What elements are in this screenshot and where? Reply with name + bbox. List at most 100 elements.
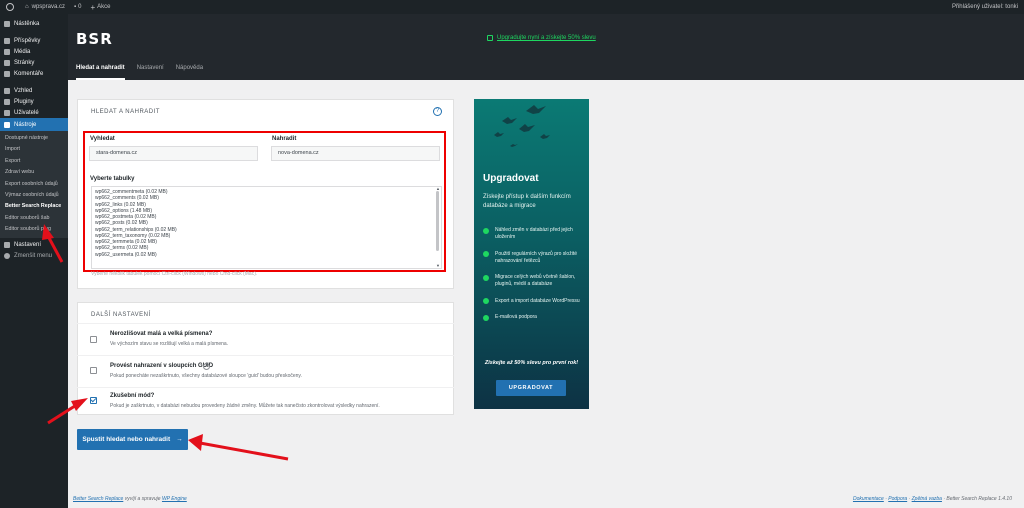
wrench-icon [4,121,10,128]
sidebar-item-pages[interactable]: Stránky [0,57,68,68]
user-icon [4,109,10,116]
site-name-link[interactable]: ⌂ wpsprava.cz [25,4,65,10]
sidebar-item-posts[interactable]: Příspěvky [0,35,68,46]
submenu-better-search-replace[interactable]: Better Search Replace [0,201,68,212]
footer-bsr-link[interactable]: Better Search Replace [73,496,123,502]
tab-help[interactable]: Nápověda [176,62,203,80]
divider [77,387,454,388]
dry-run-desc: Pokud je zaškrtnuto, v databázi nebudou … [110,403,380,409]
check-circle-icon [483,227,489,234]
settings-icon [4,242,10,249]
replace-label: Nahradit [272,136,297,142]
page-icon [4,59,10,66]
help-icon[interactable]: ? [433,107,442,116]
footer-links: Dokumentace · Podpora · Zpětná vazba · B… [852,496,1012,502]
submenu-export-personal-data[interactable]: Export osobních údajů [0,179,68,190]
footer-wpengine-link[interactable]: WP Engine [162,496,187,502]
upgrade-button[interactable]: UPGRADOVAT [496,380,566,396]
comment-icon [4,70,10,77]
arrow-right-icon: → [176,436,183,443]
promo-feature: Náhled změn v databázi před jejich ulože… [483,227,585,241]
replace-guids-desc: Pokud ponecháte nezaškrtnuto, všechny da… [110,373,302,379]
plus-icon: + [90,2,96,12]
admin-bar: ⌂ wpsprava.cz ▪ 0 + Akce Přihlášený uživ… [0,0,1024,14]
plugin-tabs: Hledat a nahradit Nastavení Nápověda [76,62,215,80]
card-title: Hledat a nahradit [91,109,160,115]
replace-guids-checkbox[interactable] [90,367,97,374]
bsr-logo: BSR [76,30,113,48]
tab-search-replace[interactable]: Hledat a nahradit [76,62,125,80]
submenu-erase-personal-data[interactable]: Výmaz osobních údajů [0,190,68,201]
replace-guids-title: Provést nahrazení v sloupcích GUID [110,363,214,369]
run-search-replace-button[interactable]: Spustit hledat nebo nahradit → [77,429,188,450]
scroll-down-arrow-icon[interactable]: ▼ [436,263,440,268]
table-option[interactable]: wp662_usermeta (0.02 MB) [92,252,441,258]
plugin-header: BSR Upgradujte nyní a získejte 50% slevu… [68,14,1024,80]
case-insensitive-checkbox[interactable] [90,336,97,343]
help-icon[interactable]: ? [203,363,210,370]
tables-label: Vyberte tabulky [90,176,135,182]
tab-settings[interactable]: Nastavení [137,62,164,80]
footer-version: Better Search Replace 1.4.10 [946,496,1012,502]
submenu-export[interactable]: Export [0,156,68,167]
dry-run-checkbox[interactable] [90,397,97,404]
promo-title: Upgradovat [483,173,539,184]
dry-run-title: Zkušební mód? [110,393,155,399]
sidebar-item-users[interactable]: Uživatelé [0,107,68,118]
admin-sidebar: Nástěnka Příspěvky Média Stránky Komentá… [0,14,68,508]
promo-feature: Použití regulárních výrazů pro složité n… [483,251,585,265]
collapse-menu[interactable]: Zmenšit menu [0,251,68,262]
submenu-site-health[interactable]: Zdraví webu [0,167,68,178]
plugin-icon [4,98,10,105]
submenu-plugin-file-editor[interactable]: Editor souborů plug [0,224,68,235]
search-label: Vyhledat [90,136,115,142]
search-input[interactable]: stara-domena.cz [89,146,258,161]
new-content-link[interactable]: + Akce [90,3,110,12]
sidebar-item-dashboard[interactable]: Nástěnka [0,18,68,29]
pin-icon [4,37,10,44]
sidebar-item-tools[interactable]: Nástroje [0,118,68,131]
promo-feature: Export a import databáze WordPressu [483,298,585,305]
promo-feature: Migrace celých webů včetně šablon, plugi… [483,274,585,288]
tables-scrollbar[interactable] [436,191,439,251]
sidebar-item-appearance[interactable]: Vzhled [0,85,68,96]
promo-feature-list: Náhled změn v databázi před jejich ulože… [483,227,585,331]
sidebar-item-comments[interactable]: Komentáře [0,68,68,79]
footer-credits: Better Search Replace vyvíjí a spravuje … [73,496,187,502]
check-circle-icon [483,251,489,257]
check-circle-icon [483,298,489,304]
upgrade-link[interactable]: Upgradujte nyní a získejte 50% slevu [487,35,596,41]
gift-icon [487,35,493,41]
tools-submenu: Dostupné nástroje Import Export Zdraví w… [0,131,68,238]
replace-input[interactable]: nova-domena.cz [271,146,440,161]
comments-link[interactable]: ▪ 0 [74,4,81,10]
promo-feature: E-mailová podpora [483,314,585,321]
divider [77,323,454,324]
tables-hint: Vyberte několik tabulek pomocí Ctrl-clic… [91,271,258,277]
check-circle-icon [483,274,489,281]
promo-subtitle: Získejte přístup k dalším funkcím databá… [483,194,571,209]
footer-feedback-link[interactable]: Zpětná vazba [912,496,942,502]
wordpress-logo-icon[interactable] [6,3,16,11]
footer-docs-link[interactable]: Dokumentace [853,496,884,502]
sidebar-item-media[interactable]: Média [0,46,68,57]
sidebar-item-plugins[interactable]: Pluginy [0,96,68,107]
case-insensitive-title: Nerozlišovat malá a velká písmena? [110,331,213,337]
check-circle-icon [483,314,489,321]
collapse-icon [4,253,10,260]
media-icon [4,48,10,55]
brush-icon [4,87,10,94]
tables-select[interactable]: wp662_commentmeta (0.02 MB) wp662_commen… [91,186,442,269]
submenu-available-tools[interactable]: Dostupné nástroje [0,133,68,144]
footer-support-link[interactable]: Podpora [888,496,907,502]
comment-icon: ▪ [73,4,77,10]
submenu-import[interactable]: Import [0,144,68,155]
submenu-theme-file-editor[interactable]: Editor souborů šab [0,213,68,224]
sidebar-item-settings[interactable]: Nastavení [0,240,68,251]
promo-offer: Získejte až 50% slevu pro první rok! [484,360,579,366]
case-insensitive-desc: Ve výchozím stavu se rozlišují velká a m… [110,341,229,347]
user-greeting[interactable]: Přihlášený uživatel: tonki [952,4,1018,10]
divider [77,355,454,356]
home-icon: ⌂ [25,4,29,10]
upgrade-promo-panel: Upgradovat Získejte přístup k dalším fun… [474,99,589,409]
